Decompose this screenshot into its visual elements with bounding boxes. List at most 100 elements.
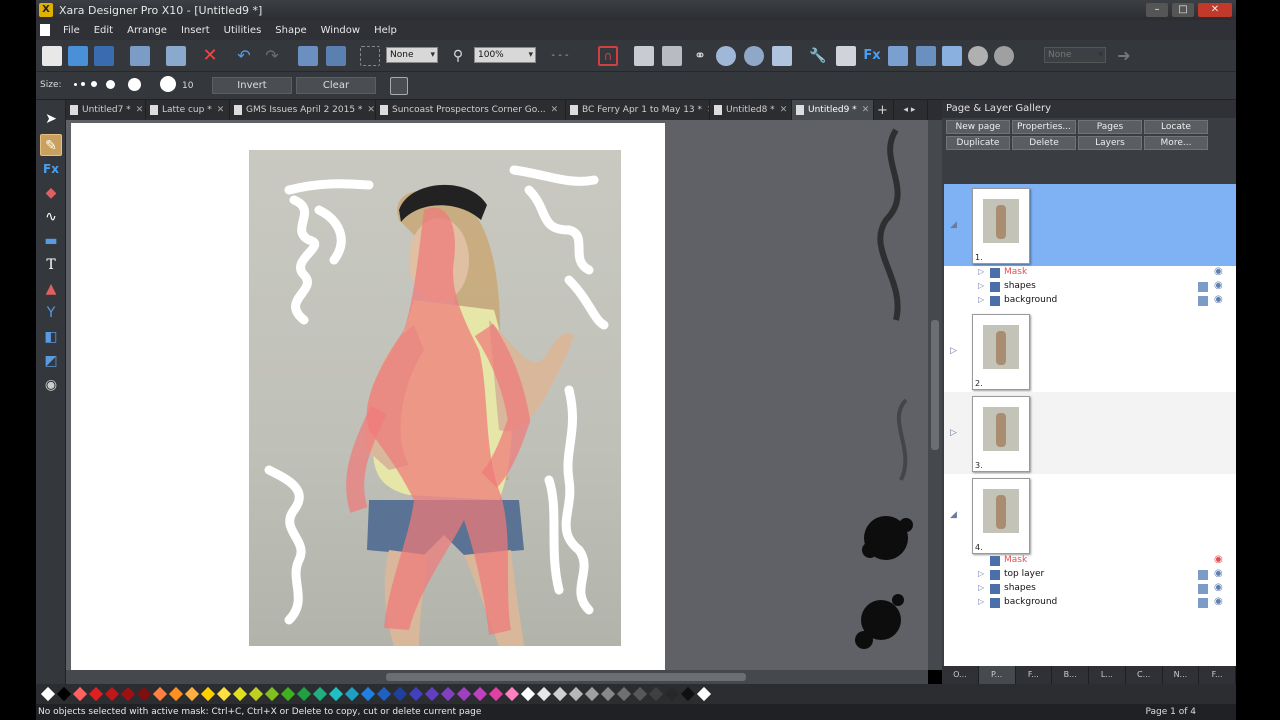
- open-icon[interactable]: [68, 46, 88, 66]
- fx-tool-icon[interactable]: Fx: [40, 158, 62, 180]
- menu-insert[interactable]: Insert: [174, 25, 217, 36]
- duplicate-button[interactable]: Duplicate: [946, 136, 1010, 150]
- color-swatch[interactable]: [104, 686, 120, 702]
- color-swatch[interactable]: [312, 686, 328, 702]
- color-swatch[interactable]: [392, 686, 408, 702]
- color-swatch[interactable]: [440, 686, 456, 702]
- tab-scroll-icon[interactable]: ◂ ▸: [894, 100, 928, 120]
- new-tab-icon[interactable]: +: [874, 100, 894, 120]
- tab-close-icon[interactable]: ✕: [780, 105, 788, 115]
- doc-tab-suncoast[interactable]: Suncoast Prospectors Corner Go... ✕: [376, 100, 566, 120]
- doc-tab-untitled9[interactable]: Untitled9 * ✕: [792, 100, 874, 120]
- minimize-button[interactable]: –: [1146, 3, 1168, 17]
- undo-icon[interactable]: ↶: [234, 46, 254, 66]
- color-swatch[interactable]: [40, 686, 56, 702]
- more-button[interactable]: More...: [1144, 136, 1208, 150]
- enhance-icon[interactable]: [916, 46, 936, 66]
- color-swatch[interactable]: [536, 686, 552, 702]
- eye-icon[interactable]: ◉: [1214, 582, 1223, 593]
- shadow-tool-icon[interactable]: ◧: [40, 326, 62, 348]
- selector-tool-icon[interactable]: ➤: [40, 108, 62, 130]
- doc-tab-bc-ferry[interactable]: BC Ferry Apr 1 to May 13 *✕: [566, 100, 710, 120]
- expand-icon[interactable]: ▷: [978, 281, 984, 290]
- color-swatch[interactable]: [680, 686, 696, 702]
- document-canvas[interactable]: [66, 120, 928, 670]
- page-options-icon[interactable]: [836, 46, 856, 66]
- redo-icon[interactable]: ↷: [262, 46, 282, 66]
- color-swatch[interactable]: [456, 686, 472, 702]
- layer-row[interactable]: ▷ Mask ◉: [944, 266, 1236, 280]
- gallery-tab[interactable]: C...: [1126, 666, 1163, 684]
- expand-icon[interactable]: ▷: [978, 583, 984, 592]
- doc-tab-untitled8[interactable]: Untitled8 * ✕: [710, 100, 792, 120]
- color-swatch[interactable]: [344, 686, 360, 702]
- page-thumbnail[interactable]: 4.: [972, 478, 1030, 554]
- color-swatch[interactable]: [520, 686, 536, 702]
- layers-button[interactable]: Layers: [1078, 136, 1142, 150]
- mask-eye-icon[interactable]: ◉: [1214, 554, 1223, 565]
- clear-button[interactable]: Clear: [296, 77, 376, 94]
- expand-icon[interactable]: ▷: [950, 346, 957, 356]
- eye-icon[interactable]: ◉: [1214, 294, 1223, 305]
- eye-icon[interactable]: ◉: [1214, 266, 1223, 277]
- select-inside-icon[interactable]: [360, 46, 380, 66]
- delete-icon[interactable]: ✕: [200, 46, 220, 66]
- color-swatch[interactable]: [616, 686, 632, 702]
- layer-visible-icon[interactable]: [1198, 296, 1208, 306]
- expand-icon[interactable]: ▷: [978, 569, 984, 578]
- color-swatch[interactable]: [696, 686, 712, 702]
- gallery-tab[interactable]: F...: [1016, 666, 1053, 684]
- publish-icon[interactable]: [772, 46, 792, 66]
- gallery-tab[interactable]: N...: [1163, 666, 1200, 684]
- fx-icon[interactable]: Fx: [862, 46, 882, 66]
- wrench-icon[interactable]: 🔧: [808, 46, 828, 66]
- photo-tool-icon[interactable]: [888, 46, 908, 66]
- doc-tab-untitled7[interactable]: Untitled7 * ✕: [66, 100, 146, 120]
- color-swatch[interactable]: [232, 686, 248, 702]
- color-swatch[interactable]: [568, 686, 584, 702]
- brush-mask-tool-icon[interactable]: ✎: [40, 134, 62, 156]
- color-swatch[interactable]: [280, 686, 296, 702]
- color-swatch[interactable]: [632, 686, 648, 702]
- menu-file[interactable]: File: [56, 25, 87, 36]
- brush-size-1[interactable]: [74, 83, 77, 86]
- text-tool-icon[interactable]: T: [40, 254, 62, 276]
- save-icon[interactable]: [94, 46, 114, 66]
- masked-photo[interactable]: [249, 150, 621, 646]
- collapse-icon[interactable]: ◢: [950, 510, 957, 520]
- page-item-1[interactable]: ◢ 1.: [944, 184, 1236, 266]
- mask-options-icon[interactable]: [390, 77, 408, 95]
- mask-icon[interactable]: [968, 46, 988, 66]
- doc-tab-latte-cup[interactable]: Latte cup * ✕: [146, 100, 230, 120]
- expand-icon[interactable]: ▷: [978, 295, 984, 304]
- layer-visible-icon[interactable]: [1198, 584, 1208, 594]
- eraser-tool-icon[interactable]: ◆: [40, 182, 62, 204]
- brush-size-2[interactable]: [81, 82, 85, 86]
- color-swatch[interactable]: [88, 686, 104, 702]
- menu-shape[interactable]: Shape: [268, 25, 313, 36]
- page-item-4[interactable]: ◢ 4.: [944, 474, 1236, 556]
- color-swatch[interactable]: [264, 686, 280, 702]
- color-swatch[interactable]: [216, 686, 232, 702]
- pages-button[interactable]: Pages: [1078, 120, 1142, 134]
- properties-button[interactable]: Properties...: [1012, 120, 1076, 134]
- color-swatch[interactable]: [328, 686, 344, 702]
- color-swatch[interactable]: [56, 686, 72, 702]
- menu-window[interactable]: Window: [314, 25, 367, 36]
- menu-utilities[interactable]: Utilities: [217, 25, 269, 36]
- locate-button[interactable]: Locate: [1144, 120, 1208, 134]
- tab-close-icon[interactable]: ✕: [367, 105, 375, 115]
- layer-row[interactable]: ▷ top layer ◉: [944, 568, 1236, 582]
- layer-row[interactable]: Mask ◉: [944, 554, 1236, 568]
- layer-row[interactable]: ▷ background ◉: [944, 294, 1236, 308]
- menu-arrange[interactable]: Arrange: [120, 25, 174, 36]
- expand-icon[interactable]: ▷: [978, 597, 984, 606]
- page-thumbnail[interactable]: 2.: [972, 314, 1030, 390]
- eye-icon[interactable]: ◉: [1214, 280, 1223, 291]
- browser-icon[interactable]: [744, 46, 764, 66]
- color-swatch[interactable]: [376, 686, 392, 702]
- layer-visible-icon[interactable]: [1198, 598, 1208, 608]
- quality-select[interactable]: None: [386, 47, 438, 63]
- layer-row[interactable]: ▷ shapes ◉: [944, 280, 1236, 294]
- shape-editor-tool-icon[interactable]: ∿: [40, 206, 62, 228]
